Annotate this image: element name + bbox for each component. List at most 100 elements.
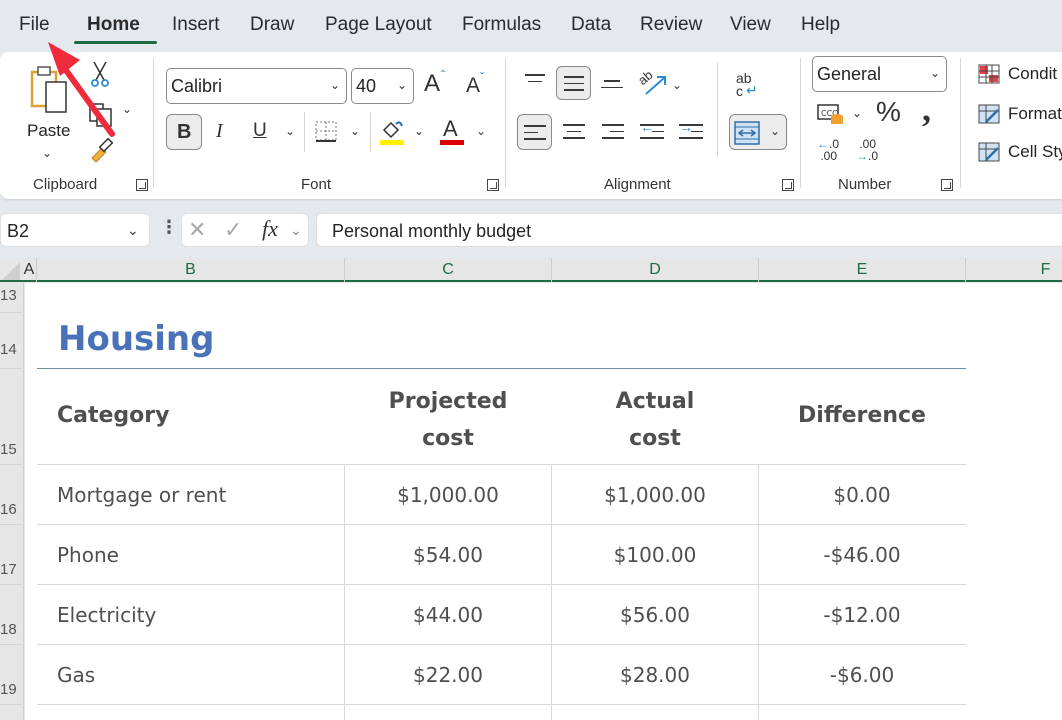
formula-input[interactable]: Personal monthly budget: [316, 213, 1062, 247]
cell-projected[interactable]: $44.00: [345, 603, 551, 627]
cell-styles-button[interactable]: Cell Sty: [978, 140, 1062, 164]
tab-file[interactable]: File: [19, 14, 50, 36]
underline-dropdown-icon[interactable]: ⌄: [285, 124, 295, 138]
row-header-15[interactable]: 15: [0, 369, 24, 465]
tab-formulas[interactable]: Formulas: [462, 14, 541, 36]
cell-difference[interactable]: -$46.00: [759, 543, 965, 567]
column-header-b[interactable]: B: [37, 258, 345, 282]
cell-category[interactable]: Mortgage or rent: [57, 483, 226, 507]
cell-category[interactable]: Phone: [57, 543, 119, 567]
align-center-icon[interactable]: [563, 124, 585, 144]
conditional-formatting-button[interactable]: Condit: [978, 62, 1062, 86]
select-all-button[interactable]: [2, 262, 20, 280]
insert-function-button[interactable]: fx: [262, 216, 278, 242]
copy-icon[interactable]: [88, 100, 114, 128]
comma-style-button[interactable]: ,: [922, 88, 931, 130]
font-name-select[interactable]: Calibri ⌄: [166, 68, 347, 104]
increase-decimal-button[interactable]: ←.0 .00: [817, 138, 843, 166]
accounting-format-icon[interactable]: CCC: [817, 102, 845, 126]
tab-home[interactable]: Home: [87, 14, 140, 36]
cell-projected[interactable]: $22.00: [345, 663, 551, 687]
cell-difference[interactable]: $0.00: [759, 483, 965, 507]
orientation-dropdown-icon[interactable]: ⌄: [672, 78, 682, 92]
column-header-f[interactable]: F: [966, 258, 1062, 282]
chevron-down-icon[interactable]: ⌄: [290, 222, 302, 239]
cell-category[interactable]: Gas: [57, 663, 95, 687]
font-color-button[interactable]: A: [438, 116, 466, 148]
merge-center-button[interactable]: ⌄: [729, 114, 787, 150]
alignment-launcher-icon[interactable]: [782, 179, 794, 191]
cell-difference[interactable]: -$12.00: [759, 603, 965, 627]
tab-insert[interactable]: Insert: [172, 14, 220, 36]
column-header-d[interactable]: D: [552, 258, 759, 282]
row-header-14[interactable]: 14: [0, 313, 24, 369]
cut-icon[interactable]: [90, 60, 110, 88]
increase-indent-button[interactable]: →: [679, 119, 703, 142]
cell-actual[interactable]: $1,000.00: [552, 483, 758, 507]
decrease-indent-button[interactable]: ←: [640, 119, 664, 142]
borders-dropdown-icon[interactable]: ⌄: [350, 124, 360, 138]
column-header-c[interactable]: C: [345, 258, 552, 282]
cell-actual[interactable]: $28.00: [552, 663, 758, 687]
more-options-icon[interactable]: ⋮: [160, 217, 178, 238]
cancel-icon[interactable]: ✕: [188, 217, 206, 243]
top-align-icon[interactable]: [525, 74, 545, 87]
row-header-17[interactable]: 17: [0, 525, 24, 585]
fill-color-dropdown-icon[interactable]: ⌄: [414, 124, 424, 138]
cell-actual[interactable]: $100.00: [552, 543, 758, 567]
font-color-dropdown-icon[interactable]: ⌄: [476, 124, 486, 138]
fill-color-icon[interactable]: [378, 116, 406, 148]
middle-align-button[interactable]: [556, 66, 591, 100]
wrap-text-button[interactable]: ab c ↵: [736, 71, 766, 102]
align-right-icon[interactable]: [602, 124, 624, 144]
row-header-18[interactable]: 18: [0, 585, 24, 645]
number-launcher-icon[interactable]: [941, 179, 953, 191]
percent-style-button[interactable]: %: [876, 96, 901, 128]
grow-font-button[interactable]: A ˆ: [424, 68, 454, 100]
column-header-e[interactable]: E: [759, 258, 966, 282]
worksheet-grid[interactable]: Housing Category Projected cost Actual c…: [25, 283, 1062, 720]
font-size-select[interactable]: 40 ⌄: [351, 68, 414, 104]
copy-dropdown-icon[interactable]: ⌄: [122, 102, 132, 116]
cell-actual[interactable]: $56.00: [552, 603, 758, 627]
tab-draw[interactable]: Draw: [250, 14, 294, 36]
row-divider: [37, 524, 966, 525]
paste-button[interactable]: Paste ⌄: [24, 58, 74, 160]
tab-help[interactable]: Help: [801, 14, 840, 36]
cell-category[interactable]: Electricity: [57, 603, 156, 627]
row-header-19[interactable]: 19: [0, 645, 24, 705]
tab-data[interactable]: Data: [571, 14, 611, 36]
align-left-button[interactable]: [517, 114, 552, 150]
row-header-13[interactable]: 13: [0, 283, 24, 313]
cell-styles-icon: [978, 142, 1000, 162]
cell-projected[interactable]: $54.00: [345, 543, 551, 567]
font-launcher-icon[interactable]: [487, 179, 499, 191]
format-as-table-button[interactable]: Format: [978, 102, 1062, 126]
accounting-dropdown-icon[interactable]: ⌄: [852, 106, 862, 120]
tab-page-layout[interactable]: Page Layout: [325, 14, 432, 36]
format-painter-icon[interactable]: [88, 136, 114, 164]
cell-projected[interactable]: $1,000.00: [345, 483, 551, 507]
shrink-font-button[interactable]: A ˇ: [466, 70, 496, 102]
orientation-button[interactable]: ab: [635, 67, 668, 98]
row-header-16[interactable]: 16: [0, 465, 24, 525]
clipboard-launcher-icon[interactable]: [136, 179, 148, 191]
shrink-font-icon: A: [466, 74, 481, 97]
bold-button[interactable]: B: [166, 114, 202, 150]
number-format-select[interactable]: General ⌄: [812, 56, 947, 92]
name-box[interactable]: B2 ⌄: [0, 213, 150, 247]
column-header-a[interactable]: A: [22, 258, 37, 282]
cell-difference[interactable]: -$6.00: [759, 663, 965, 687]
underline-button[interactable]: U: [253, 120, 267, 142]
enter-icon[interactable]: ✓: [224, 217, 242, 243]
divider: [304, 112, 305, 152]
bottom-align-icon[interactable]: [601, 80, 623, 93]
borders-icon[interactable]: [314, 120, 338, 144]
italic-button[interactable]: I: [216, 120, 223, 143]
tab-review[interactable]: Review: [640, 14, 702, 36]
tab-view[interactable]: View: [730, 14, 771, 36]
divider: [370, 112, 371, 152]
row-divider: [37, 704, 966, 705]
decrease-decimal-button[interactable]: .00 →.0: [856, 138, 882, 166]
paste-dropdown-icon[interactable]: ⌄: [42, 146, 52, 160]
